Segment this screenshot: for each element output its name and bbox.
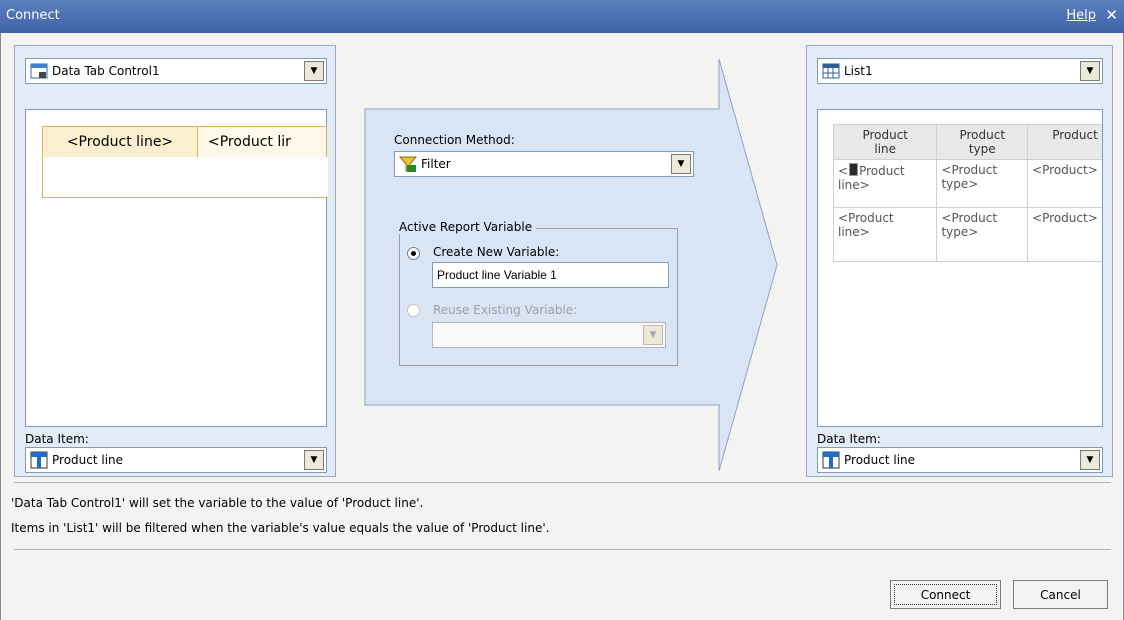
cancel-button[interactable]: Cancel xyxy=(1013,580,1108,609)
reuse-existing-variable-select[interactable]: ▼ xyxy=(432,322,666,348)
active-report-variable-title: Active Report Variable xyxy=(399,220,537,234)
source-control-select[interactable]: Data Tab Control1 ▼ xyxy=(25,58,327,84)
data-item-icon xyxy=(822,451,840,469)
table-cell: <Product type> xyxy=(936,159,1029,208)
target-data-item-select[interactable]: Product line ▼ xyxy=(817,447,1103,473)
list-icon xyxy=(822,63,840,79)
connection-method-label: Connection Method: xyxy=(394,133,515,147)
focus-ring xyxy=(894,584,997,605)
reuse-existing-variable-radio[interactable] xyxy=(407,304,420,317)
chevron-down-icon[interactable]: ▼ xyxy=(643,325,663,345)
filter-icon xyxy=(399,156,417,172)
target-panel: List1 ▼ Product line Product type Product … xyxy=(806,45,1113,477)
chevron-down-icon[interactable]: ▼ xyxy=(1080,450,1100,470)
message-line-1: 'Data Tab Control1' will set the variabl… xyxy=(11,496,424,510)
tab-content-area xyxy=(42,157,328,198)
table-cell: <Product> xyxy=(1027,159,1102,208)
list-table: Product line Product type Product < Product… xyxy=(832,124,1102,262)
source-canvas: <Product line> <Product lir xyxy=(25,109,328,427)
divider xyxy=(14,482,1111,483)
target-data-item-value: Product line xyxy=(844,453,916,467)
tab-product-line-2[interactable]: <Product lir xyxy=(197,126,327,158)
column-header: Product type xyxy=(936,124,1029,160)
connection-method-select[interactable]: Filter ▼ xyxy=(394,151,694,177)
chevron-down-icon[interactable]: ▼ xyxy=(671,154,691,174)
column-header: Product xyxy=(1027,124,1102,160)
table-cell: <Productline> xyxy=(832,207,938,262)
variable-name-input[interactable] xyxy=(432,262,669,288)
source-data-item-value: Product line xyxy=(52,453,124,467)
column-header: Product line xyxy=(832,124,938,160)
data-item-icon xyxy=(30,451,48,469)
tab-control-icon xyxy=(30,63,48,79)
table-row: <Productline> <Producttype> <Product> xyxy=(832,159,1102,208)
tab-product-line-1[interactable]: <Product line> xyxy=(42,126,198,158)
source-data-item-select[interactable]: Product line ▼ xyxy=(25,447,327,473)
connect-button[interactable]: Connect xyxy=(890,580,1001,609)
reuse-existing-variable-label: Reuse Existing Variable: xyxy=(433,303,578,317)
table-cell: <Product> xyxy=(1027,207,1102,262)
connect-dialog: Data Tab Control1 ▼ <Product line> <Prod… xyxy=(0,33,1124,620)
chevron-down-icon[interactable]: ▼ xyxy=(1080,61,1100,81)
close-icon[interactable]: ✕ xyxy=(1105,6,1118,24)
title-bar: Connect Help ✕ xyxy=(0,0,1124,33)
chevron-down-icon[interactable]: ▼ xyxy=(304,450,324,470)
window-title: Connect xyxy=(6,8,60,23)
create-new-variable-radio[interactable] xyxy=(407,247,420,260)
table-cell: <Productline> xyxy=(832,159,938,208)
target-control-value: List1 xyxy=(844,64,873,78)
help-link[interactable]: Help xyxy=(1066,8,1096,23)
message-line-2: Items in 'List1' will be filtered when t… xyxy=(11,521,550,535)
source-panel: Data Tab Control1 ▼ <Product line> <Prod… xyxy=(14,45,336,477)
table-cell: <Product type> xyxy=(936,207,1029,262)
connection-method-value: Filter xyxy=(421,157,451,171)
source-data-item-label: Data Item: xyxy=(25,432,89,446)
target-control-select[interactable]: List1 ▼ xyxy=(817,58,1103,84)
target-data-item-label: Data Item: xyxy=(817,432,881,446)
table-row: <Productline> <Producttype> <Product> xyxy=(832,207,1102,262)
cursor-marker-icon xyxy=(849,163,859,176)
chevron-down-icon[interactable]: ▼ xyxy=(304,61,324,81)
divider xyxy=(14,549,1111,550)
create-new-variable-label: Create New Variable: xyxy=(433,245,560,259)
source-control-value: Data Tab Control1 xyxy=(52,64,160,78)
target-canvas: Product line Product type Product < Product… xyxy=(817,109,1103,427)
cancel-button-label: Cancel xyxy=(1040,587,1081,602)
table-header-row: Product line Product type Product xyxy=(832,124,1102,160)
